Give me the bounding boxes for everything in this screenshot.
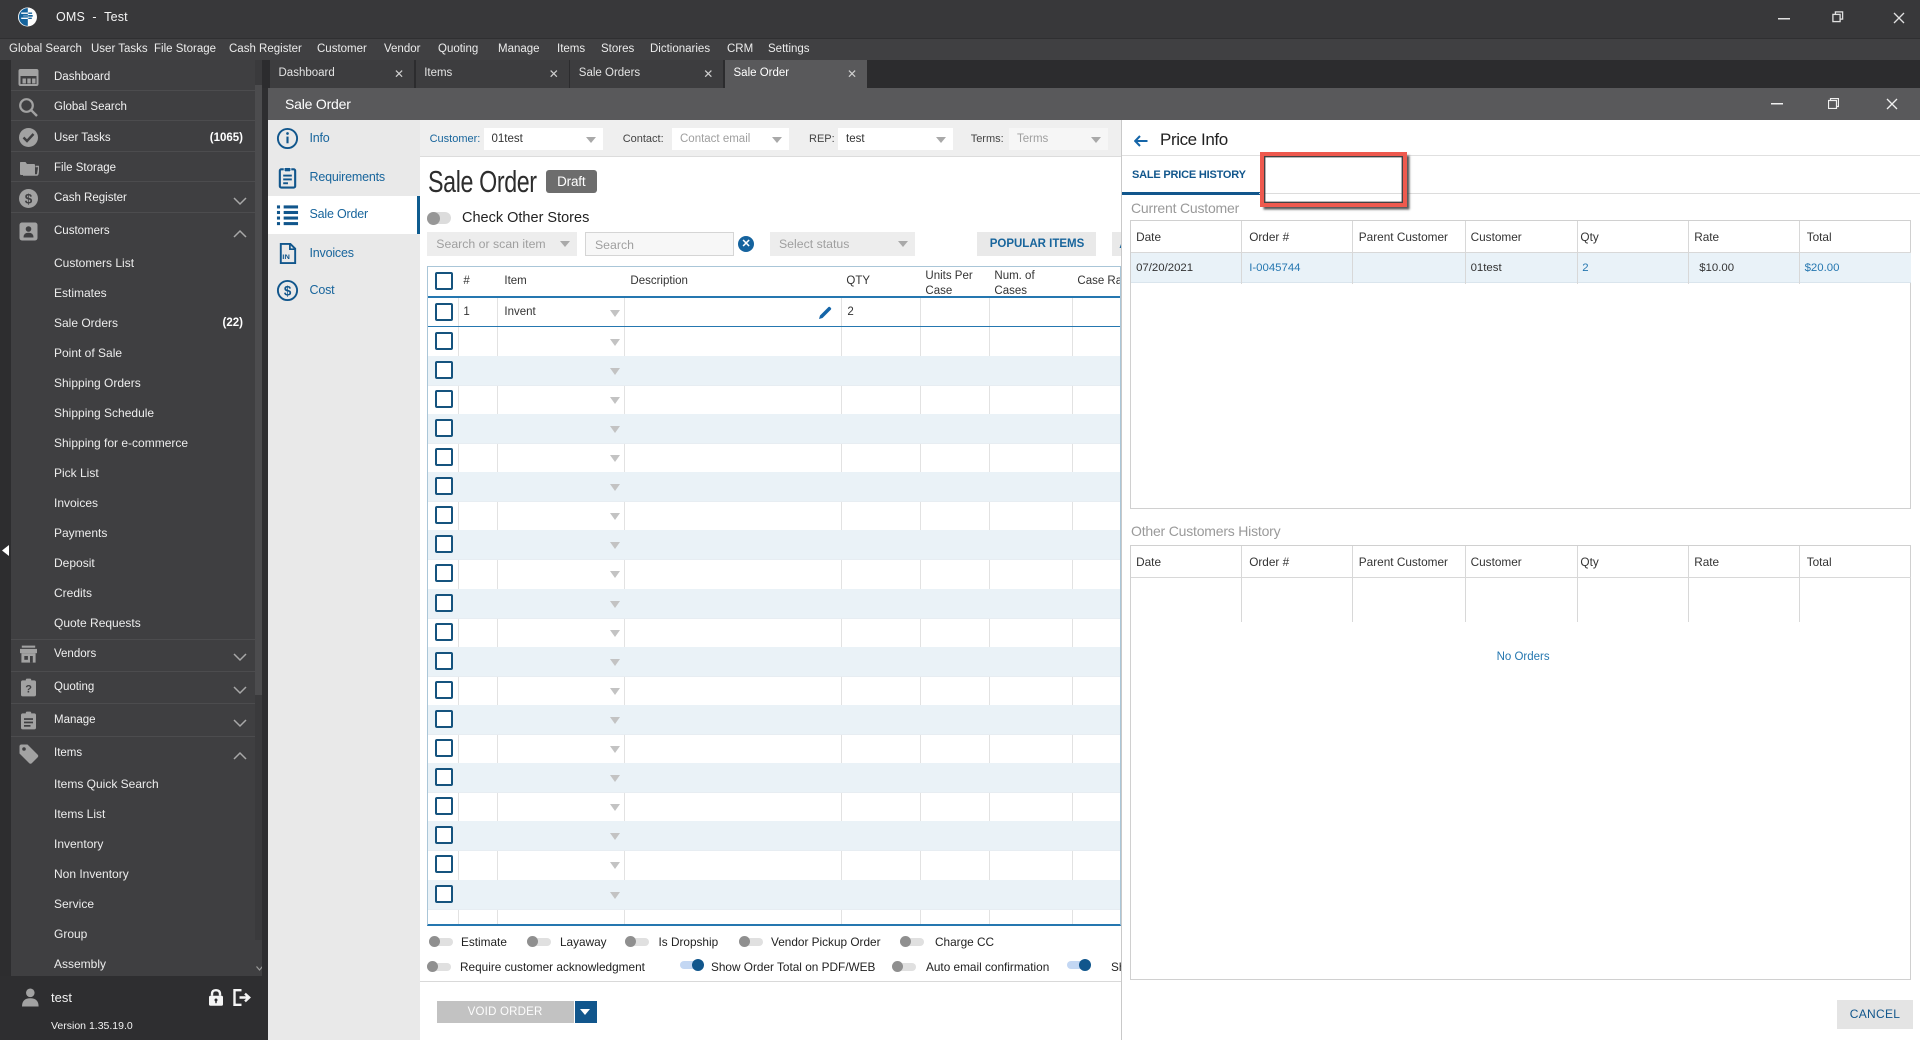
svg-text:$: $ — [284, 284, 292, 299]
svg-text:?: ? — [25, 683, 32, 695]
svg-text:$: $ — [25, 191, 33, 206]
svg-text:IN: IN — [282, 252, 290, 261]
